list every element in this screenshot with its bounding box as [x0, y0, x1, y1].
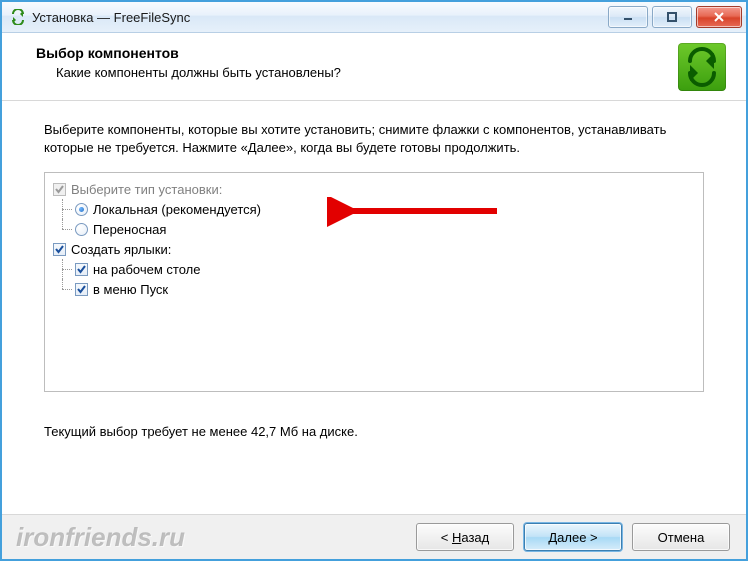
- install-type-local-label: Локальная (рекомендуется): [93, 202, 261, 217]
- page-title: Выбор компонентов: [36, 45, 728, 61]
- maximize-button[interactable]: [652, 6, 692, 28]
- wizard-footer: < Назад Далее > Отмена: [2, 514, 746, 559]
- checkbox-icon: [75, 283, 88, 296]
- installer-window: Установка — FreeFileSync Выбор компонент…: [0, 0, 748, 561]
- disk-requirement: Текущий выбор требует не менее 42,7 Мб н…: [44, 424, 704, 439]
- shortcut-desktop-label: на рабочем столе: [93, 262, 201, 277]
- cancel-button[interactable]: Отмена: [632, 523, 730, 551]
- page-subtitle: Какие компоненты должны быть установлены…: [56, 65, 728, 80]
- titlebar: Установка — FreeFileSync: [2, 2, 746, 33]
- product-logo: [678, 43, 726, 91]
- window-title: Установка — FreeFileSync: [32, 10, 604, 25]
- checkbox-icon: [53, 243, 66, 256]
- components-panel: Выберите тип установки: Локальная (реком…: [44, 172, 704, 392]
- shortcut-startmenu-label: в меню Пуск: [93, 282, 168, 297]
- instruction-text: Выберите компоненты, которые вы хотите у…: [44, 121, 704, 156]
- app-icon: [10, 9, 26, 25]
- checkbox-icon: [75, 263, 88, 276]
- checkbox-icon: [53, 183, 66, 196]
- install-type-portable[interactable]: Переносная: [53, 219, 695, 239]
- install-type-local[interactable]: Локальная (рекомендуется): [53, 199, 695, 219]
- install-type-checkbox: Выберите тип установки:: [53, 179, 695, 199]
- close-button[interactable]: [696, 6, 742, 28]
- shortcut-desktop[interactable]: на рабочем столе: [53, 259, 695, 279]
- back-button[interactable]: < Назад: [416, 523, 514, 551]
- install-type-label: Выберите тип установки:: [71, 182, 222, 197]
- next-button[interactable]: Далее >: [524, 523, 622, 551]
- radio-icon: [75, 203, 88, 216]
- wizard-body: Выберите компоненты, которые вы хотите у…: [2, 101, 746, 449]
- wizard-header: Выбор компонентов Какие компоненты должн…: [2, 33, 746, 92]
- minimize-button[interactable]: [608, 6, 648, 28]
- radio-icon: [75, 223, 88, 236]
- shortcut-startmenu[interactable]: в меню Пуск: [53, 279, 695, 299]
- install-type-portable-label: Переносная: [93, 222, 166, 237]
- shortcuts-label: Создать ярлыки:: [71, 242, 171, 257]
- shortcuts-checkbox[interactable]: Создать ярлыки:: [53, 239, 695, 259]
